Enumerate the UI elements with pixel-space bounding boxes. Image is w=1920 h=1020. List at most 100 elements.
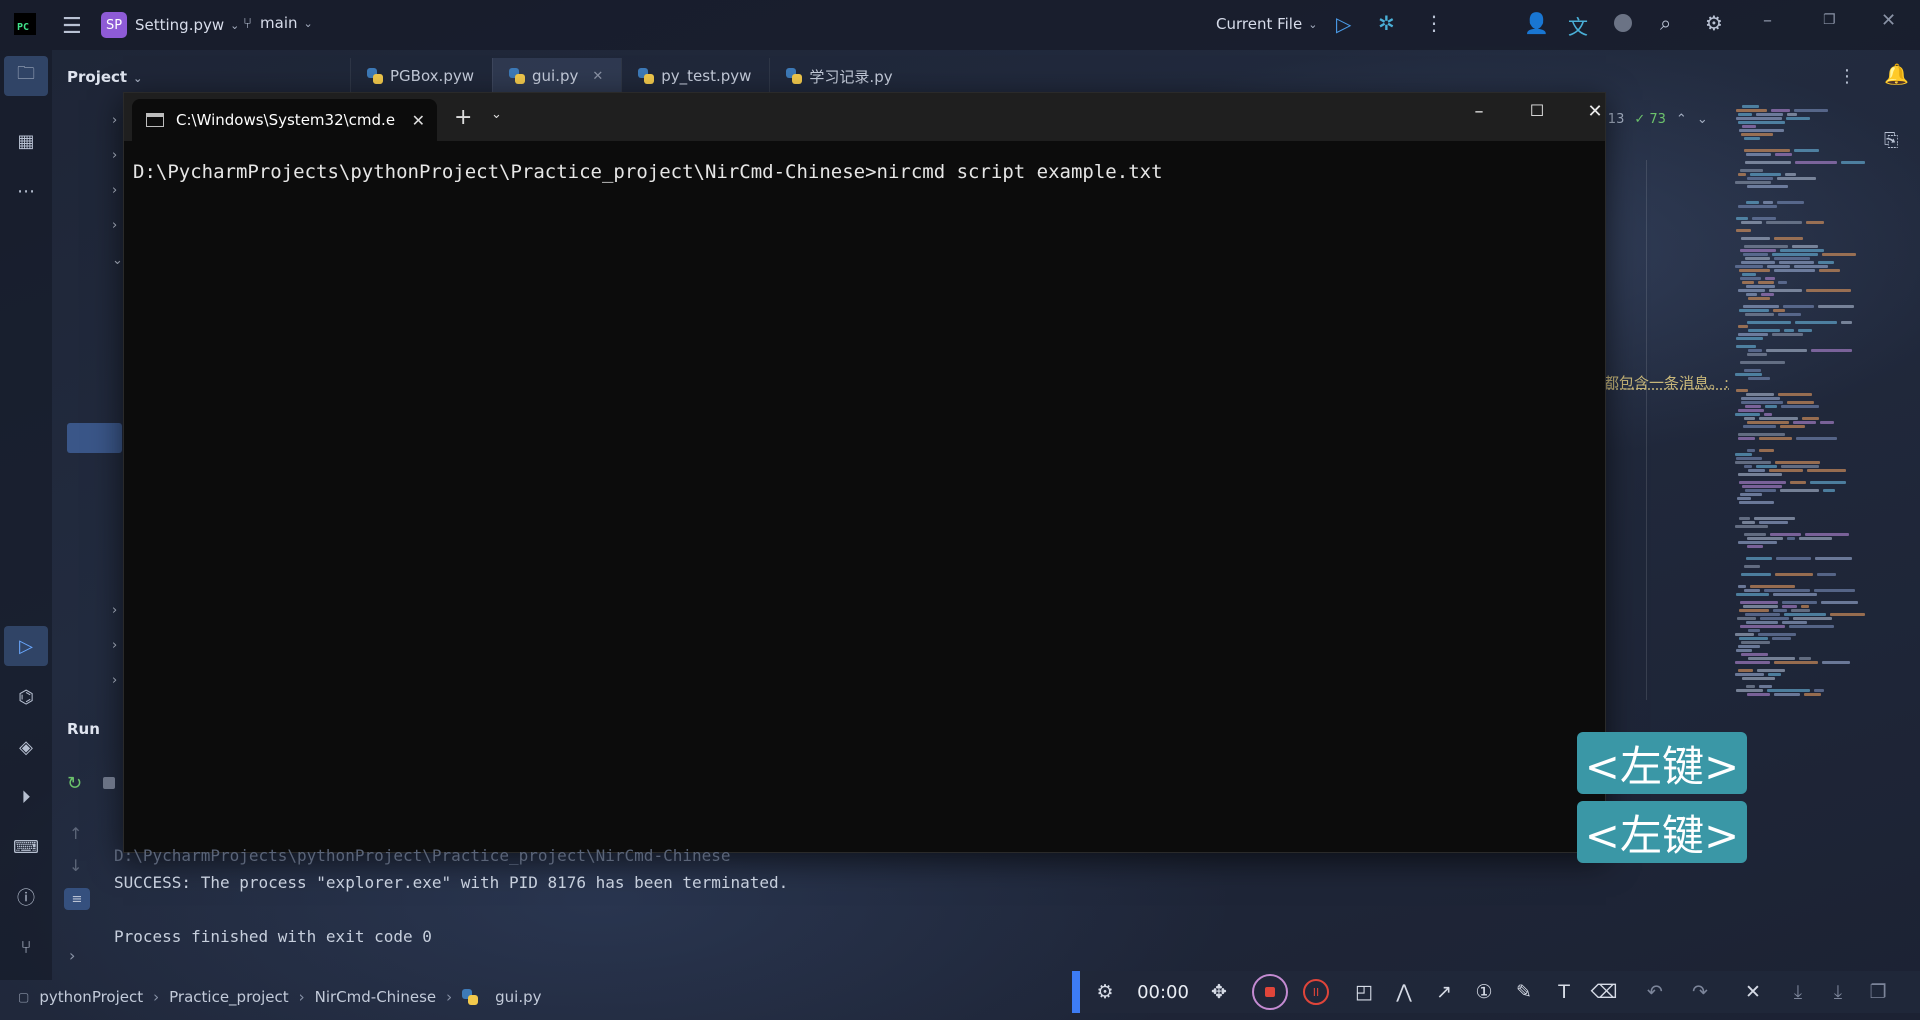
tab-pgbox[interactable]: PGBox.pyw xyxy=(350,58,492,94)
tab-dropdown-icon[interactable]: ⌄ xyxy=(491,107,502,122)
soft-wrap-icon[interactable]: ≡ xyxy=(64,888,90,910)
save-icon[interactable]: ⤓ xyxy=(1818,981,1858,1003)
polyline-tool-icon[interactable]: ⋀ xyxy=(1384,981,1424,1003)
close-tab-icon[interactable]: ✕ xyxy=(412,111,425,130)
branch-selector[interactable]: ⑂ main ⌄ xyxy=(243,14,313,32)
status-indicator-icon[interactable] xyxy=(1614,14,1632,32)
tree-expand-arrow[interactable]: › xyxy=(112,673,117,688)
move-icon[interactable]: ✥ xyxy=(1196,981,1242,1003)
project-folder-icon[interactable]: 🗀 xyxy=(4,56,48,96)
cmd-tab[interactable]: C:\Windows\System32\cmd.e ✕ xyxy=(132,99,437,141)
download-icon[interactable]: ⤓ xyxy=(1778,981,1818,1003)
minimap-line xyxy=(1767,265,1790,268)
cmd-maximize-icon[interactable]: ☐ xyxy=(1517,101,1557,120)
tree-expand-arrow[interactable]: › xyxy=(112,603,117,618)
minimap-line xyxy=(1799,537,1832,540)
next-highlight-icon[interactable]: ⌄ xyxy=(1697,112,1708,127)
console-icon xyxy=(146,113,164,127)
ai-assistant-icon[interactable]: ⎘ xyxy=(1884,130,1898,151)
translate-icon[interactable]: 文 xyxy=(1568,11,1588,40)
breadcrumb-item[interactable]: Practice_project xyxy=(169,988,288,1006)
restore-icon[interactable]: ❐ xyxy=(1823,12,1836,28)
tab-gui[interactable]: gui.py ✕ xyxy=(492,58,622,94)
breadcrumb-item[interactable]: NirCmd-Chinese xyxy=(315,988,437,1006)
minimap-line xyxy=(1789,625,1834,628)
notifications-bell-icon[interactable]: 🔔 xyxy=(1884,62,1909,86)
run-tool-icon[interactable]: ▷ xyxy=(4,626,48,666)
arrow-tool-icon[interactable]: ↗ xyxy=(1424,981,1464,1003)
new-tab-icon[interactable]: + xyxy=(454,105,472,130)
minimap-line xyxy=(1743,605,1778,608)
cmd-title-bar[interactable]: C:\Windows\System32\cmd.e ✕ + ⌄ – ☐ ✕ xyxy=(124,93,1605,141)
tab-options-icon[interactable]: ⋮ xyxy=(1838,66,1856,87)
python-console-icon[interactable]: ⌬ xyxy=(13,684,39,710)
number-marker-icon[interactable]: ① xyxy=(1464,981,1504,1003)
undo-icon[interactable]: ↶ xyxy=(1630,981,1680,1003)
tab-label: 学习记录.py xyxy=(809,67,893,86)
project-panel-title[interactable]: Project ⌄ xyxy=(67,68,142,86)
layers-icon[interactable]: ◈ xyxy=(13,734,39,760)
prev-highlight-icon[interactable]: ⌃ xyxy=(1676,112,1687,127)
tree-expand-arrow[interactable]: › xyxy=(112,183,117,198)
debug-icon[interactable]: ✲ xyxy=(1378,11,1395,35)
code-with-me-icon[interactable]: 👤 xyxy=(1524,11,1549,35)
eraser-icon[interactable]: ⌫ xyxy=(1584,981,1624,1003)
cmd-close-icon[interactable]: ✕ xyxy=(1575,101,1615,122)
minimap-line xyxy=(1736,345,1756,348)
minimap-line xyxy=(1758,281,1774,284)
minimap-line xyxy=(1738,333,1768,336)
close-icon[interactable]: ✕ xyxy=(1728,981,1778,1003)
minimap-line xyxy=(1745,489,1776,492)
problems-icon[interactable]: ⓘ xyxy=(13,884,39,910)
minimap-line xyxy=(1745,613,1780,616)
breadcrumb-item[interactable]: gui.py xyxy=(495,988,541,1006)
scroll-up-icon[interactable]: ↑ xyxy=(69,824,82,843)
tree-expand-arrow[interactable]: › xyxy=(112,113,117,128)
terminal-icon[interactable]: ⌨ xyxy=(13,834,39,860)
shape-tool-icon[interactable]: ◰ xyxy=(1344,981,1384,1003)
code-minimap[interactable] xyxy=(1735,105,1870,705)
run-icon[interactable]: ▷ xyxy=(1336,12,1351,36)
pause-button[interactable]: II xyxy=(1298,979,1334,1005)
scroll-down-icon[interactable]: ↓ xyxy=(69,856,82,875)
stop-icon[interactable] xyxy=(103,777,115,789)
breadcrumb-item[interactable]: pythonProject xyxy=(39,988,143,1006)
tree-collapse-arrow[interactable]: ⌄ xyxy=(112,253,123,268)
more-actions-icon[interactable]: ⋮ xyxy=(1424,11,1444,35)
settings-gear-icon[interactable]: ⚙ xyxy=(1705,11,1723,35)
git-icon[interactable]: ⑂ xyxy=(13,934,39,960)
structure-icon[interactable]: ▦ xyxy=(13,128,39,154)
minimap-line xyxy=(1802,417,1819,420)
run-console[interactable]: D:\PycharmProjects\pythonProject\Practic… xyxy=(114,842,788,950)
minimize-icon[interactable]: – xyxy=(1763,10,1772,31)
more-tools-icon[interactable]: ⋯ xyxy=(13,178,39,204)
close-tab-icon[interactable]: ✕ xyxy=(592,69,603,84)
cmd-window[interactable]: C:\Windows\System32\cmd.e ✕ + ⌄ – ☐ ✕ D:… xyxy=(123,92,1606,853)
tab-py-test[interactable]: py_test.pyw xyxy=(621,58,769,94)
rerun-icon[interactable]: ↻ xyxy=(67,773,82,794)
expand-icon[interactable]: › xyxy=(69,946,75,965)
tab-study-notes[interactable]: 学习记录.py xyxy=(769,58,910,94)
tree-expand-arrow[interactable]: › xyxy=(112,638,117,653)
record-button[interactable] xyxy=(1242,974,1298,1010)
redo-icon[interactable]: ↷ xyxy=(1680,981,1720,1003)
pen-tool-icon[interactable]: ✎ xyxy=(1504,981,1544,1003)
tree-expand-arrow[interactable]: › xyxy=(112,148,117,163)
tree-expand-arrow[interactable]: › xyxy=(112,218,117,233)
close-icon[interactable]: ✕ xyxy=(1881,10,1896,31)
text-tool-icon[interactable]: T xyxy=(1544,981,1584,1003)
minimap-line xyxy=(1742,273,1756,276)
main-menu-icon[interactable]: ☰ xyxy=(62,14,82,39)
cmd-minimize-icon[interactable]: – xyxy=(1459,101,1499,122)
recorder-drag-handle[interactable] xyxy=(1072,971,1080,1013)
python-file-icon xyxy=(509,68,525,84)
recorder-settings-icon[interactable]: ⚙ xyxy=(1080,981,1130,1003)
minimap-line xyxy=(1774,269,1815,272)
services-icon[interactable]: ⏵ xyxy=(13,784,39,810)
project-selector[interactable]: SP Setting.pyw ⌄ xyxy=(101,12,239,38)
search-icon[interactable]: ⌕ xyxy=(1660,11,1671,35)
copy-icon[interactable]: ❐ xyxy=(1858,981,1898,1003)
run-config-selector[interactable]: Current File ⌄ xyxy=(1216,15,1317,33)
minimap-line xyxy=(1745,161,1791,164)
cmd-output[interactable]: D:\PycharmProjects\pythonProject\Practic… xyxy=(124,141,1605,203)
